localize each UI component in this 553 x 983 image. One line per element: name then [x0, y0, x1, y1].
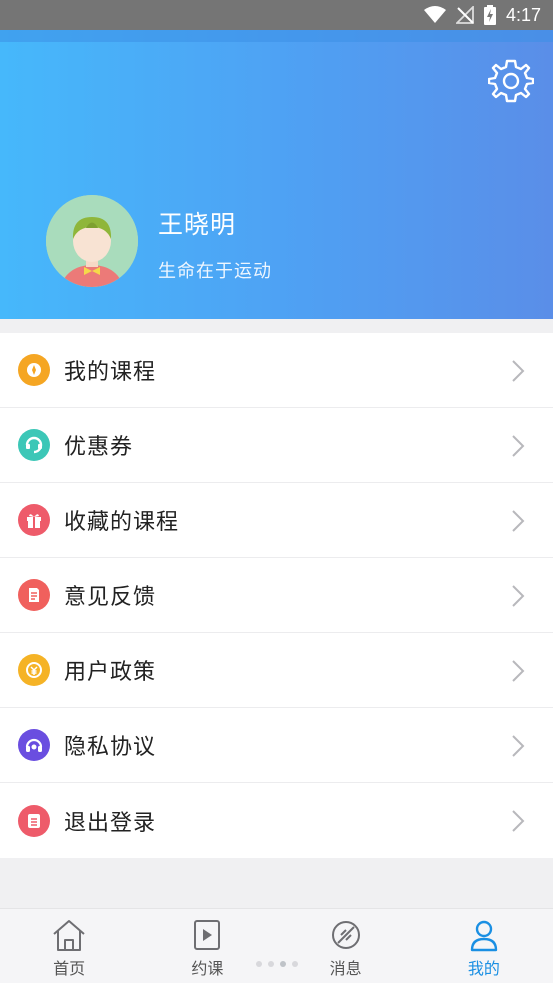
course-icon: [18, 354, 50, 386]
page-indicator: [256, 961, 298, 967]
coupon-icon: [18, 429, 50, 461]
message-icon: [331, 921, 360, 949]
menu-item-label: 隐私协议: [64, 735, 157, 760]
status-bar: 4:17: [0, 0, 553, 30]
menu-item-my-courses[interactable]: 我的课程: [0, 333, 553, 408]
profile-header: 王晓明 生命在于运动: [0, 30, 553, 319]
chevron-right-icon: [512, 435, 525, 457]
tab-label: 我的: [467, 959, 500, 978]
page-dot: [292, 961, 298, 967]
tab-label: 约课: [191, 959, 224, 978]
menu-list: 我的课程 优惠券 收藏的课程 意见反馈 用户政策 隐私协议 退出登录: [0, 333, 553, 858]
chevron-right-icon: [512, 585, 525, 607]
header-top-strip: [0, 30, 553, 42]
chevron-right-icon: [512, 735, 525, 757]
chevron-right-icon: [512, 810, 525, 832]
user-name: 王晓明: [158, 210, 237, 239]
headset-icon: [18, 729, 50, 761]
user-motto: 生命在于运动: [158, 261, 272, 282]
menu-item-coupons[interactable]: 优惠券: [0, 408, 553, 483]
home-icon: [53, 920, 85, 951]
no-signal-icon: [455, 6, 474, 24]
status-icons: 4:17: [423, 0, 541, 30]
gift-icon: [18, 504, 50, 536]
play-icon: [194, 920, 221, 950]
battery-charging-icon: [483, 5, 496, 25]
menu-item-label: 退出登录: [64, 810, 157, 836]
tab-label: 消息: [329, 959, 362, 978]
menu-item-privacy[interactable]: 隐私协议: [0, 708, 553, 783]
chevron-right-icon: [512, 660, 525, 682]
tab-mine[interactable]: 我的: [415, 909, 553, 983]
user-icon: [470, 920, 498, 952]
logout-icon: [18, 804, 50, 837]
gear-icon[interactable]: [487, 58, 535, 104]
tab-home[interactable]: 首页: [0, 909, 138, 983]
menu-item-favorite-courses[interactable]: 收藏的课程: [0, 483, 553, 558]
menu-item-label: 我的课程: [64, 360, 157, 385]
status-time: 4:17: [505, 4, 541, 25]
tab-label: 首页: [53, 959, 86, 978]
wifi-icon: [423, 6, 446, 24]
policy-icon: [18, 654, 50, 686]
feedback-icon: [18, 579, 50, 611]
menu-item-user-policy[interactable]: 用户政策: [0, 633, 553, 708]
menu-item-label: 意见反馈: [64, 585, 157, 610]
tab-messages[interactable]: 消息: [277, 909, 415, 983]
page-dot: [256, 961, 262, 967]
menu-item-feedback[interactable]: 意见反馈: [0, 558, 553, 633]
menu-item-logout[interactable]: 退出登录: [0, 783, 553, 858]
menu-item-label: 优惠券: [64, 435, 134, 460]
tab-booking[interactable]: 约课: [138, 909, 276, 983]
avatar-icon[interactable]: [46, 195, 138, 287]
menu-item-label: 用户政策: [64, 660, 157, 685]
bottom-tab-bar: 首页 约课 消息 我的: [0, 908, 553, 983]
menu-item-label: 收藏的课程: [64, 510, 180, 535]
page-dot: [280, 961, 286, 967]
chevron-right-icon: [512, 360, 525, 382]
page-dot: [268, 961, 274, 967]
chevron-right-icon: [512, 510, 525, 532]
